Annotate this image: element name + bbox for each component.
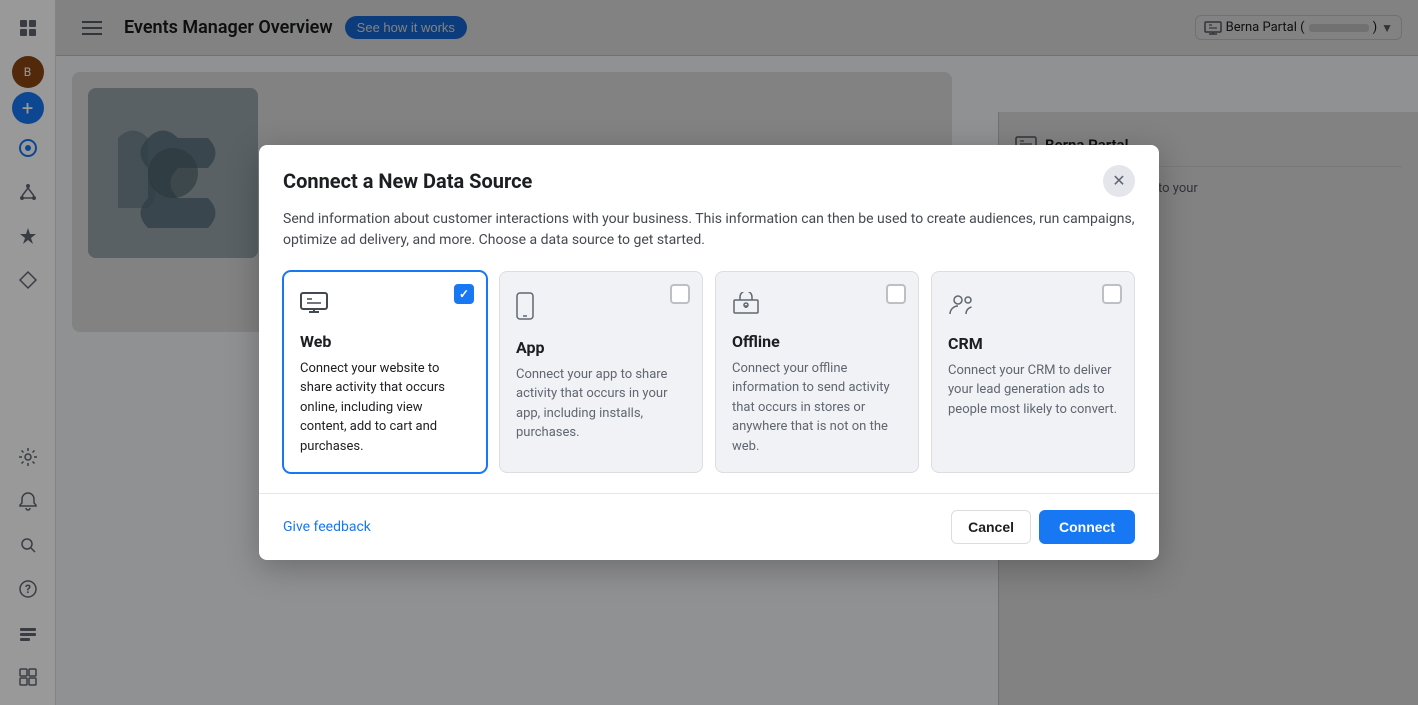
dialog-footer: Give feedback Cancel Connect <box>259 493 1159 560</box>
app-desc: Connect your app to share activity that … <box>516 365 686 443</box>
dialog-header: Connect a New Data Source ✕ <box>259 145 1159 209</box>
web-icon <box>300 292 470 320</box>
web-title: Web <box>300 332 470 351</box>
crm-card[interactable]: CRM Connect your CRM to deliver your lea… <box>931 271 1135 474</box>
web-desc: Connect your website to share activity t… <box>300 359 470 457</box>
dialog-title: Connect a New Data Source <box>283 169 532 193</box>
app-checkbox[interactable] <box>670 284 690 304</box>
app-card[interactable]: App Connect your app to share activity t… <box>499 271 703 474</box>
crm-icon <box>948 292 1118 322</box>
offline-desc: Connect your offline information to send… <box>732 359 902 457</box>
crm-title: CRM <box>948 334 1118 353</box>
footer-buttons: Cancel Connect <box>951 510 1135 544</box>
give-feedback-link[interactable]: Give feedback <box>283 519 371 535</box>
web-checkbox[interactable] <box>454 284 474 304</box>
web-card[interactable]: Web Connect your website to share activi… <box>283 271 487 474</box>
connect-button[interactable]: Connect <box>1039 510 1135 544</box>
crm-checkbox[interactable] <box>1102 284 1122 304</box>
offline-card[interactable]: Offline Connect your offline information… <box>715 271 919 474</box>
app-title: App <box>516 338 686 357</box>
dialog: Connect a New Data Source ✕ Send informa… <box>259 145 1159 561</box>
close-button[interactable]: ✕ <box>1103 165 1135 197</box>
dialog-description: Send information about customer interact… <box>259 209 1159 271</box>
crm-desc: Connect your CRM to deliver your lead ge… <box>948 361 1118 420</box>
offline-icon <box>732 292 902 320</box>
cards-row: Web Connect your website to share activi… <box>259 271 1159 494</box>
offline-title: Offline <box>732 332 902 351</box>
modal-overlay: Connect a New Data Source ✕ Send informa… <box>0 0 1418 705</box>
offline-checkbox[interactable] <box>886 284 906 304</box>
app-icon <box>516 292 686 326</box>
cancel-button[interactable]: Cancel <box>951 510 1031 544</box>
